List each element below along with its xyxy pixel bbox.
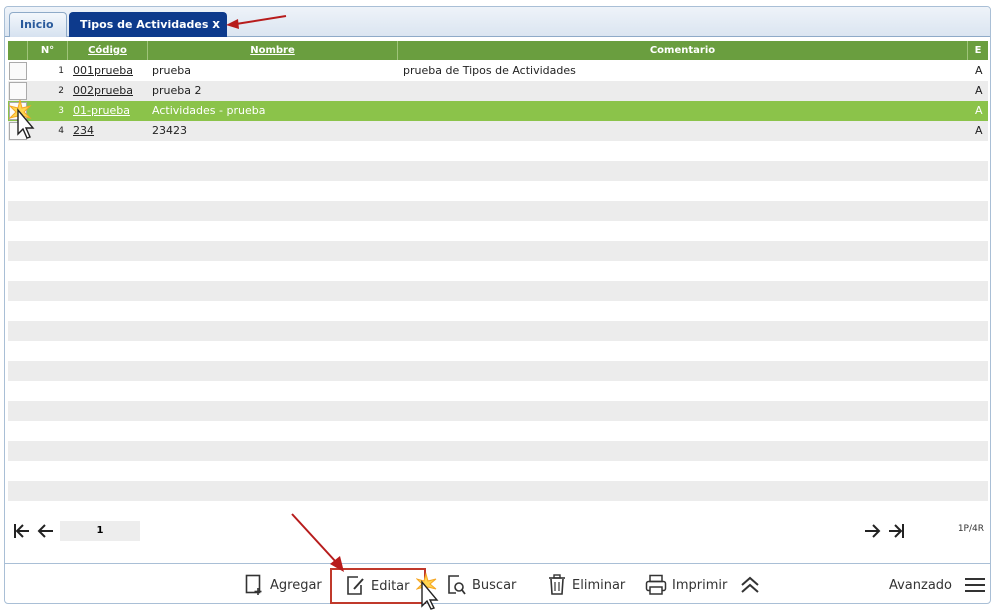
row-estado: A: [975, 64, 983, 77]
page-number[interactable]: 1: [60, 521, 140, 541]
empty-table-row: [8, 321, 988, 341]
agregar-button[interactable]: Agregar: [245, 572, 322, 598]
page-info: 1P/4R: [957, 524, 984, 534]
row-estado: A: [975, 124, 983, 137]
row-number: 1: [58, 66, 64, 76]
cursor-click-editar-icon: [416, 572, 439, 610]
empty-table-row: [8, 181, 988, 201]
eliminar-button[interactable]: Eliminar: [547, 572, 625, 598]
buscar-label: Buscar: [472, 577, 517, 593]
search-icon: [448, 575, 466, 595]
row-comentario: [403, 121, 963, 141]
annotation-arrow-editar: [291, 513, 344, 572]
header-num: N°: [28, 41, 68, 60]
cursor-click-row-icon: [8, 99, 35, 139]
row-checkbox[interactable]: [9, 62, 27, 80]
row-nombre: Actividades - prueba: [152, 104, 266, 117]
grid-header: N° Código Nombre Comentario E: [8, 41, 988, 60]
table-row[interactable]: 3 01-prueba Actividades - prueba A: [8, 101, 988, 121]
first-page-icon[interactable]: [12, 521, 32, 541]
last-page-icon[interactable]: [886, 521, 906, 541]
row-codigo[interactable]: 002prueba: [73, 81, 148, 101]
header-e: E: [974, 45, 982, 56]
table-row[interactable]: 1 001prueba prueba prueba de Tipos de Activ…: [8, 61, 988, 81]
trash-icon: [549, 574, 565, 595]
table-row[interactable]: 4 234 23423 A: [8, 121, 988, 141]
empty-table-row: [8, 341, 988, 361]
empty-table-row: [8, 421, 988, 441]
pager: 1 1P/4R: [8, 519, 988, 543]
close-tab-icon[interactable]: x: [212, 13, 220, 36]
tab-inicio[interactable]: Inicio: [9, 12, 67, 37]
empty-table-row: [8, 361, 988, 381]
empty-table-row: [8, 481, 988, 501]
data-grid: N° Código Nombre Comentario E 1 001prueba…: [8, 41, 988, 511]
codigo-link[interactable]: 01-prueba: [73, 104, 130, 117]
row-comentario: prueba de Tipos de Actividades: [403, 64, 576, 77]
row-estado: A: [975, 84, 983, 97]
row-estado: A: [975, 104, 983, 117]
row-codigo[interactable]: 01-prueba: [73, 101, 148, 121]
hamburger-menu-icon: [965, 578, 985, 592]
table-row[interactable]: 2 002prueba prueba 2A: [8, 81, 988, 101]
codigo-link[interactable]: 002prueba: [73, 84, 133, 97]
printer-icon: [645, 574, 667, 595]
expand-toolbar-button[interactable]: [739, 572, 766, 598]
editar-label: Editar: [371, 578, 410, 594]
row-comentario: [403, 81, 963, 101]
header-nombre-link[interactable]: Nombre: [250, 45, 295, 56]
window-frame: Inicio Tipos de Actividades x N° Código …: [4, 6, 991, 604]
empty-table-row: [8, 441, 988, 461]
codigo-link[interactable]: 234: [73, 124, 94, 137]
tab-tipos-de-actividades[interactable]: Tipos de Actividades x: [69, 12, 227, 37]
row-nombre: 23423: [152, 124, 187, 137]
agregar-label: Agregar: [270, 577, 322, 593]
empty-table-row: [8, 461, 988, 481]
action-toolbar: Agregar Editar Buscar Eliminar Imprimir …: [5, 563, 990, 604]
add-icon: [245, 574, 262, 595]
empty-table-row: [8, 221, 988, 241]
next-page-icon[interactable]: [862, 521, 882, 541]
tab-bar: Inicio Tipos de Actividades x: [5, 7, 990, 37]
header-codigo[interactable]: Código: [68, 41, 148, 60]
empty-table-row: [8, 261, 988, 281]
row-nombre: prueba 2: [152, 84, 202, 97]
row-nombre: prueba: [152, 64, 191, 77]
empty-table-row: [8, 161, 988, 181]
row-codigo[interactable]: 001prueba: [73, 61, 148, 81]
header-codigo-link[interactable]: Código: [88, 45, 127, 56]
empty-table-row: [8, 301, 988, 321]
imprimir-button[interactable]: Imprimir: [645, 572, 727, 598]
empty-table-row: [8, 281, 988, 301]
imprimir-label: Imprimir: [672, 577, 728, 593]
eliminar-label: Eliminar: [572, 577, 626, 593]
tab-label: Tipos de Actividades: [80, 18, 209, 31]
codigo-link[interactable]: 001prueba: [73, 64, 133, 77]
buscar-button[interactable]: Buscar: [447, 572, 516, 598]
header-nombre[interactable]: Nombre: [148, 41, 398, 60]
empty-table-row: [8, 141, 988, 161]
empty-table-row: [8, 381, 988, 401]
edit-icon: [347, 576, 364, 595]
double-chevron-up-icon: [741, 576, 759, 593]
header-checkbox-col: [8, 41, 28, 60]
header-comentario: Comentario: [398, 41, 968, 60]
prev-page-icon[interactable]: [36, 521, 56, 541]
avanzado-button[interactable]: Avanzado: [889, 572, 986, 598]
annotation-arrow-tab: [226, 15, 287, 29]
row-comentario: [403, 101, 963, 121]
empty-table-row: [8, 241, 988, 261]
empty-table-row: [8, 401, 988, 421]
row-codigo[interactable]: 234: [73, 121, 148, 141]
avanzado-label: Avanzado: [888, 577, 952, 593]
empty-table-row: [8, 201, 988, 221]
